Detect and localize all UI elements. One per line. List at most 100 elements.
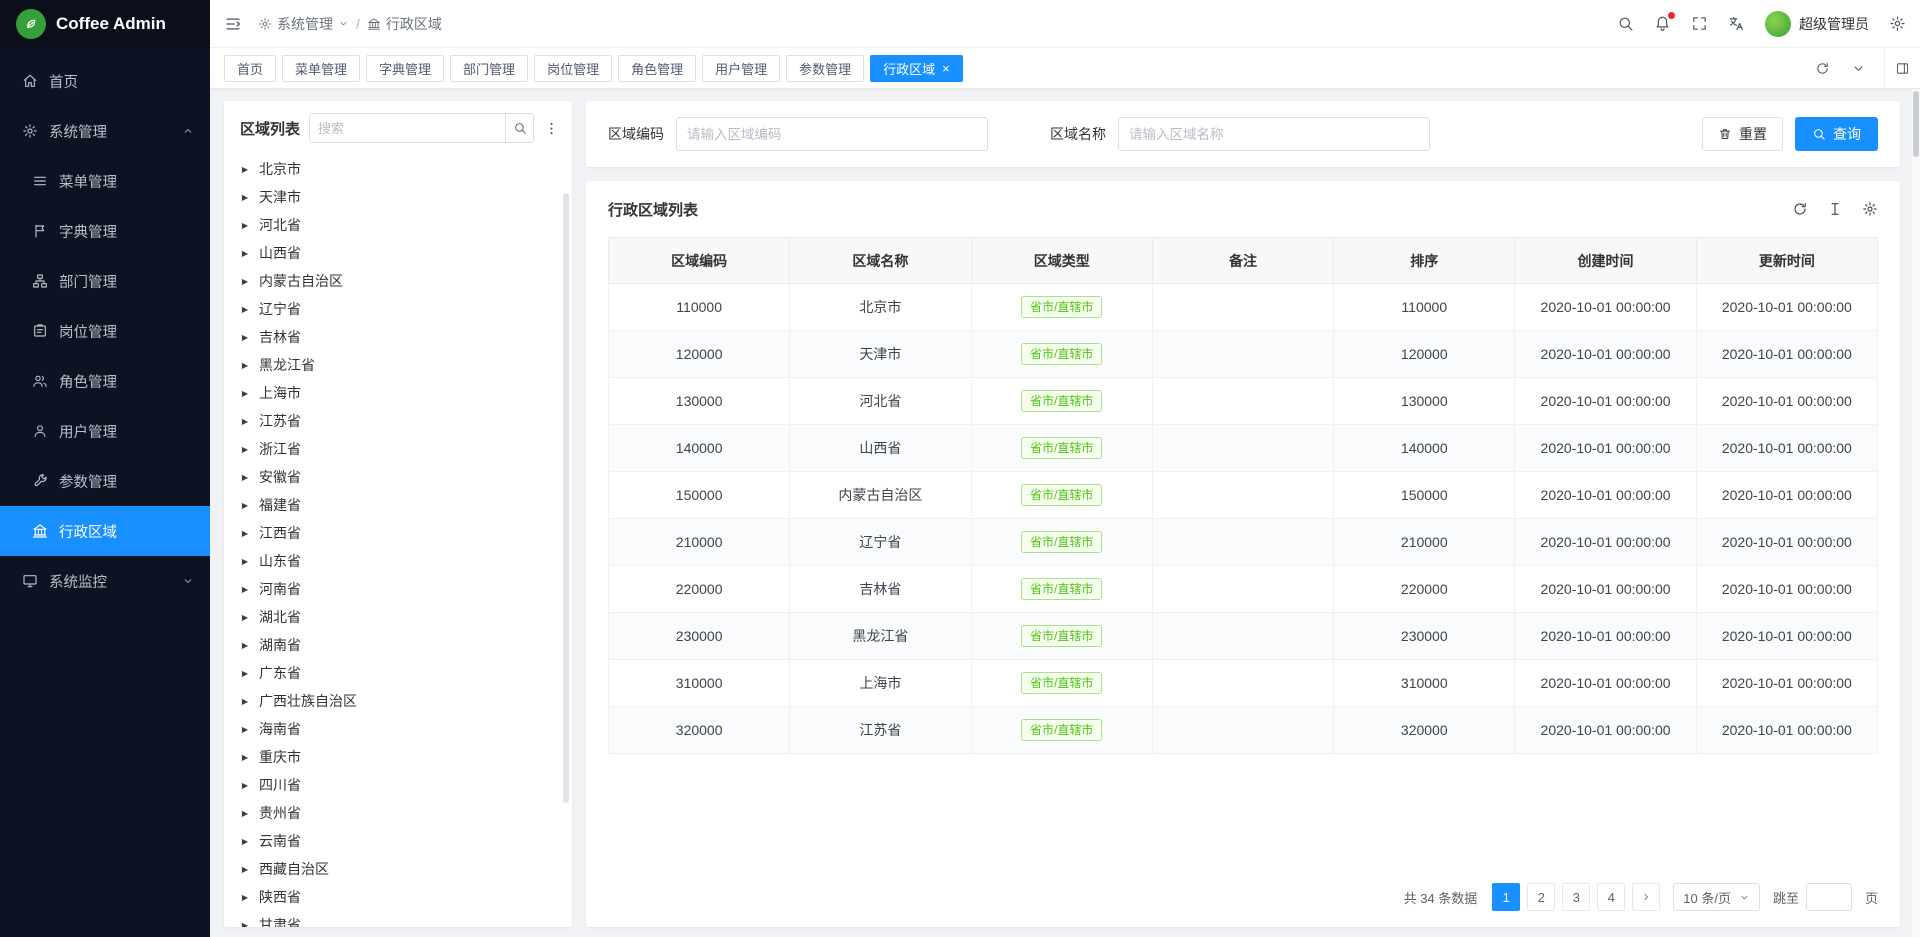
caret-right-icon[interactable]: ▶ bbox=[240, 193, 250, 202]
tree-item[interactable]: ▶四川省 bbox=[240, 771, 572, 799]
tab-close-icon[interactable]: × bbox=[942, 62, 950, 75]
table-row[interactable]: 210000辽宁省省市/直辖市2100002020-10-01 00:00:00… bbox=[609, 519, 1878, 566]
caret-right-icon[interactable]: ▶ bbox=[240, 669, 250, 678]
scrollbar-thumb[interactable] bbox=[1913, 91, 1919, 157]
caret-right-icon[interactable]: ▶ bbox=[240, 221, 250, 230]
tree-item[interactable]: ▶广东省 bbox=[240, 659, 572, 687]
tree-item[interactable]: ▶吉林省 bbox=[240, 323, 572, 351]
caret-right-icon[interactable]: ▶ bbox=[240, 921, 250, 928]
caret-right-icon[interactable]: ▶ bbox=[240, 585, 250, 594]
user-menu[interactable]: 超级管理员 bbox=[1765, 11, 1869, 37]
sidebar-item-region[interactable]: 行政区域 bbox=[0, 506, 210, 556]
caret-right-icon[interactable]: ▶ bbox=[240, 445, 250, 454]
table-row[interactable]: 150000内蒙古自治区省市/直辖市1500002020-10-01 00:00… bbox=[609, 472, 1878, 519]
next-page-button[interactable] bbox=[1632, 883, 1660, 911]
caret-right-icon[interactable]: ▶ bbox=[240, 249, 250, 258]
tree-item[interactable]: ▶江西省 bbox=[240, 519, 572, 547]
search-button[interactable] bbox=[1617, 15, 1634, 32]
region-search-input[interactable] bbox=[310, 121, 505, 136]
settings-button[interactable] bbox=[1862, 201, 1878, 217]
caret-right-icon[interactable]: ▶ bbox=[240, 473, 250, 482]
tab-post[interactable]: 岗位管理 bbox=[534, 55, 612, 82]
caret-right-icon[interactable]: ▶ bbox=[240, 781, 250, 790]
tree-item[interactable]: ▶黑龙江省 bbox=[240, 351, 572, 379]
table-row[interactable]: 230000黑龙江省省市/直辖市2300002020-10-01 00:00:0… bbox=[609, 613, 1878, 660]
tab-user[interactable]: 用户管理 bbox=[702, 55, 780, 82]
tree-item[interactable]: ▶重庆市 bbox=[240, 743, 572, 771]
caret-right-icon[interactable]: ▶ bbox=[240, 725, 250, 734]
query-button[interactable]: 查询 bbox=[1795, 117, 1878, 151]
table-row[interactable]: 140000山西省省市/直辖市1400002020-10-01 00:00:00… bbox=[609, 425, 1878, 472]
caret-right-icon[interactable]: ▶ bbox=[240, 165, 250, 174]
sidebar-item-param[interactable]: 参数管理 bbox=[0, 456, 210, 506]
caret-right-icon[interactable]: ▶ bbox=[240, 613, 250, 622]
tree-item[interactable]: ▶广西壮族自治区 bbox=[240, 687, 572, 715]
sidebar-item-user[interactable]: 用户管理 bbox=[0, 406, 210, 456]
caret-right-icon[interactable]: ▶ bbox=[240, 305, 250, 314]
tree-item[interactable]: ▶辽宁省 bbox=[240, 295, 572, 323]
page-button-3[interactable]: 3 bbox=[1562, 883, 1590, 911]
caret-right-icon[interactable]: ▶ bbox=[240, 753, 250, 762]
refresh-button[interactable] bbox=[1792, 201, 1808, 217]
tree-item[interactable]: ▶甘肃省 bbox=[240, 911, 572, 927]
caret-right-icon[interactable]: ▶ bbox=[240, 417, 250, 426]
region-search-button[interactable] bbox=[505, 114, 533, 142]
panel-menu-button[interactable] bbox=[543, 120, 560, 137]
tab-home[interactable]: 首页 bbox=[224, 55, 276, 82]
tree-item[interactable]: ▶西藏自治区 bbox=[240, 855, 572, 883]
caret-right-icon[interactable]: ▶ bbox=[240, 893, 250, 902]
sidebar-item-system[interactable]: 系统管理 bbox=[0, 106, 210, 156]
caret-right-icon[interactable]: ▶ bbox=[240, 501, 250, 510]
tab-region[interactable]: 行政区域× bbox=[870, 55, 963, 82]
table-row[interactable]: 320000江苏省省市/直辖市3200002020-10-01 00:00:00… bbox=[609, 707, 1878, 754]
table-row[interactable]: 120000天津市省市/直辖市1200002020-10-01 00:00:00… bbox=[609, 331, 1878, 378]
tab-dept[interactable]: 部门管理 bbox=[450, 55, 528, 82]
sidebar-item-home[interactable]: 首页 bbox=[0, 56, 210, 106]
refresh-button[interactable] bbox=[1804, 48, 1840, 88]
tree-item[interactable]: ▶海南省 bbox=[240, 715, 572, 743]
page-button-4[interactable]: 4 bbox=[1597, 883, 1625, 911]
name-input[interactable] bbox=[1118, 117, 1430, 151]
tab-param[interactable]: 参数管理 bbox=[786, 55, 864, 82]
text-height-button[interactable] bbox=[1827, 201, 1843, 217]
table-row[interactable]: 310000上海市省市/直辖市3100002020-10-01 00:00:00… bbox=[609, 660, 1878, 707]
caret-right-icon[interactable]: ▶ bbox=[240, 361, 250, 370]
caret-right-icon[interactable]: ▶ bbox=[240, 557, 250, 566]
tree-item[interactable]: ▶云南省 bbox=[240, 827, 572, 855]
layout-button[interactable] bbox=[1884, 48, 1920, 88]
tree-item[interactable]: ▶河南省 bbox=[240, 575, 572, 603]
settings-button[interactable] bbox=[1889, 15, 1906, 32]
table-row[interactable]: 130000河北省省市/直辖市1300002020-10-01 00:00:00… bbox=[609, 378, 1878, 425]
bell-button[interactable] bbox=[1654, 15, 1671, 32]
table-row[interactable]: 110000北京市省市/直辖市1100002020-10-01 00:00:00… bbox=[609, 284, 1878, 331]
tree-item[interactable]: ▶内蒙古自治区 bbox=[240, 267, 572, 295]
app-logo[interactable]: Coffee Admin bbox=[0, 0, 210, 48]
caret-right-icon[interactable]: ▶ bbox=[240, 865, 250, 874]
tree-item[interactable]: ▶福建省 bbox=[240, 491, 572, 519]
tree-item[interactable]: ▶贵州省 bbox=[240, 799, 572, 827]
sidebar-item-post[interactable]: 岗位管理 bbox=[0, 306, 210, 356]
caret-right-icon[interactable]: ▶ bbox=[240, 809, 250, 818]
fullscreen-button[interactable] bbox=[1691, 15, 1708, 32]
caret-right-icon[interactable]: ▶ bbox=[240, 641, 250, 650]
caret-right-icon[interactable]: ▶ bbox=[240, 529, 250, 538]
sidebar-item-role[interactable]: 角色管理 bbox=[0, 356, 210, 406]
page-size-select[interactable]: 10 条/页 bbox=[1673, 883, 1760, 911]
chevron-down-button[interactable] bbox=[1840, 48, 1876, 88]
sidebar-item-monitor[interactable]: 系统监控 bbox=[0, 556, 210, 606]
translate-button[interactable] bbox=[1728, 15, 1745, 32]
page-scrollbar[interactable] bbox=[1912, 89, 1920, 937]
caret-right-icon[interactable]: ▶ bbox=[240, 837, 250, 846]
tree-item[interactable]: ▶浙江省 bbox=[240, 435, 572, 463]
tree-item[interactable]: ▶安徽省 bbox=[240, 463, 572, 491]
tab-role[interactable]: 角色管理 bbox=[618, 55, 696, 82]
tree-item[interactable]: ▶山东省 bbox=[240, 547, 572, 575]
tree-item[interactable]: ▶天津市 bbox=[240, 183, 572, 211]
sidebar-item-dept[interactable]: 部门管理 bbox=[0, 256, 210, 306]
jump-page-input[interactable] bbox=[1806, 883, 1852, 911]
tree-item[interactable]: ▶河北省 bbox=[240, 211, 572, 239]
tree-scrollbar[interactable] bbox=[563, 193, 569, 803]
sidebar-item-dict[interactable]: 字典管理 bbox=[0, 206, 210, 256]
tab-menu[interactable]: 菜单管理 bbox=[282, 55, 360, 82]
tree-item[interactable]: ▶陕西省 bbox=[240, 883, 572, 911]
